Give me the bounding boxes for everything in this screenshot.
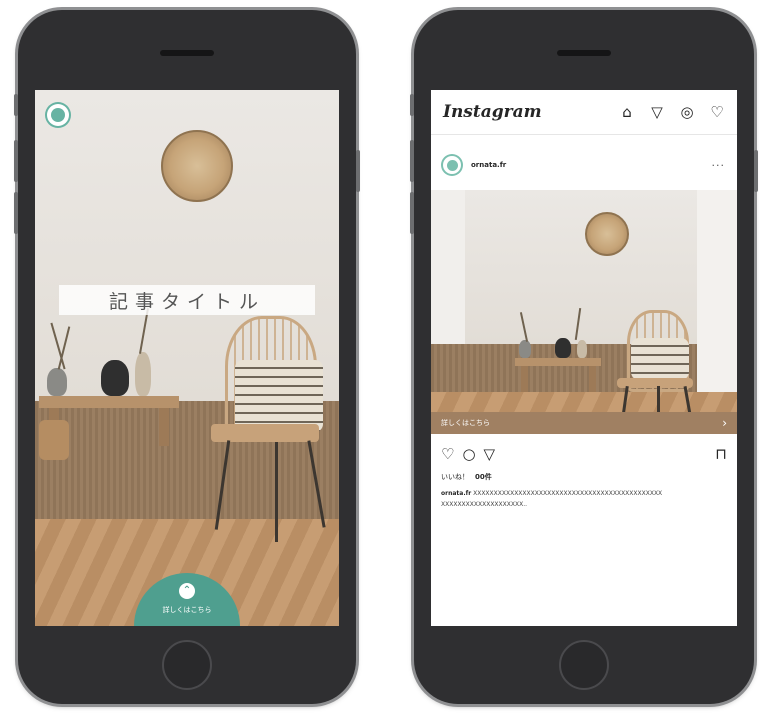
shop-now-label: 詳しくはこちら xyxy=(441,419,490,427)
post-avatar[interactable] xyxy=(443,156,461,174)
brand-logo-icon xyxy=(51,108,65,122)
brand-logo-icon xyxy=(446,159,458,171)
earpiece-speaker xyxy=(160,50,214,56)
more-icon[interactable]: ··· xyxy=(712,159,726,172)
direct-message-icon[interactable]: ▽ xyxy=(649,104,665,120)
home-button[interactable] xyxy=(559,640,609,690)
volume-down-button xyxy=(14,192,18,234)
story-room-photo xyxy=(35,90,339,626)
volume-down-button xyxy=(410,192,414,234)
phone-frame-story: 記事タイトル ⌃ 詳しくはこちら xyxy=(14,10,360,704)
story-title: 記事タイトル xyxy=(108,290,265,313)
header-divider xyxy=(431,134,737,135)
wall-basket xyxy=(161,130,233,202)
heart-icon[interactable]: ♡ xyxy=(709,104,725,120)
mute-switch xyxy=(14,94,18,116)
instagram-nav: ⌂ ▽ ◎ ♡ xyxy=(619,104,725,120)
likes-label: いいね！ xyxy=(441,473,469,481)
volume-up-button xyxy=(14,140,18,182)
caption-text: XXXXXXXXXXXXXXXXXXXXXXXXXXXXXXXXXXXXXXXX… xyxy=(441,490,663,508)
likes-count[interactable]: 00件 xyxy=(475,473,492,481)
instagram-logo: Instagram xyxy=(443,102,542,122)
post-caption: ornata.fr XXXXXXXXXXXXXXXXXXXXXXXXXXXXXX… xyxy=(441,488,727,510)
earpiece-speaker xyxy=(557,50,611,56)
volume-up-button xyxy=(410,140,414,182)
heart-icon[interactable]: ♡ xyxy=(441,446,454,462)
bookmark-icon[interactable]: ⊓ xyxy=(715,446,727,462)
phone-frame-feed: Instagram ⌂ ▽ ◎ ♡ ornata.fr ··· 詳しくはこちら … xyxy=(410,10,758,704)
mute-switch xyxy=(410,94,414,116)
story-title-band: 記事タイトル xyxy=(59,285,315,315)
post-header: ornata.fr ··· xyxy=(431,150,737,180)
story-cta-label: 詳しくはこちら xyxy=(162,606,212,614)
post-username[interactable]: ornata.fr xyxy=(471,161,506,169)
instagram-header: Instagram ⌂ ▽ ◎ ♡ xyxy=(431,90,737,134)
likes-line: いいね！ 00件 xyxy=(441,472,492,482)
wall-basket xyxy=(585,212,629,256)
shop-now-bar[interactable]: 詳しくはこちら › xyxy=(431,412,737,434)
explore-icon[interactable]: ◎ xyxy=(679,104,695,120)
story-screen: 記事タイトル ⌃ 詳しくはこちら xyxy=(35,90,339,626)
post-photo xyxy=(431,190,737,430)
home-button[interactable] xyxy=(162,640,212,690)
power-button xyxy=(754,150,758,192)
instagram-screen: Instagram ⌂ ▽ ◎ ♡ ornata.fr ··· 詳しくはこちら … xyxy=(431,90,737,626)
chevron-right-icon: › xyxy=(722,416,727,430)
post-actions: ♡ ○ ▽ ⊓ xyxy=(431,442,737,466)
comment-icon[interactable]: ○ xyxy=(462,446,475,462)
power-button xyxy=(356,150,360,192)
home-icon[interactable]: ⌂ xyxy=(619,104,635,120)
story-brand-avatar[interactable] xyxy=(47,104,69,126)
share-icon[interactable]: ▽ xyxy=(484,446,496,462)
caption-username[interactable]: ornata.fr xyxy=(441,490,471,497)
arrow-up-icon: ⌃ xyxy=(179,583,195,599)
